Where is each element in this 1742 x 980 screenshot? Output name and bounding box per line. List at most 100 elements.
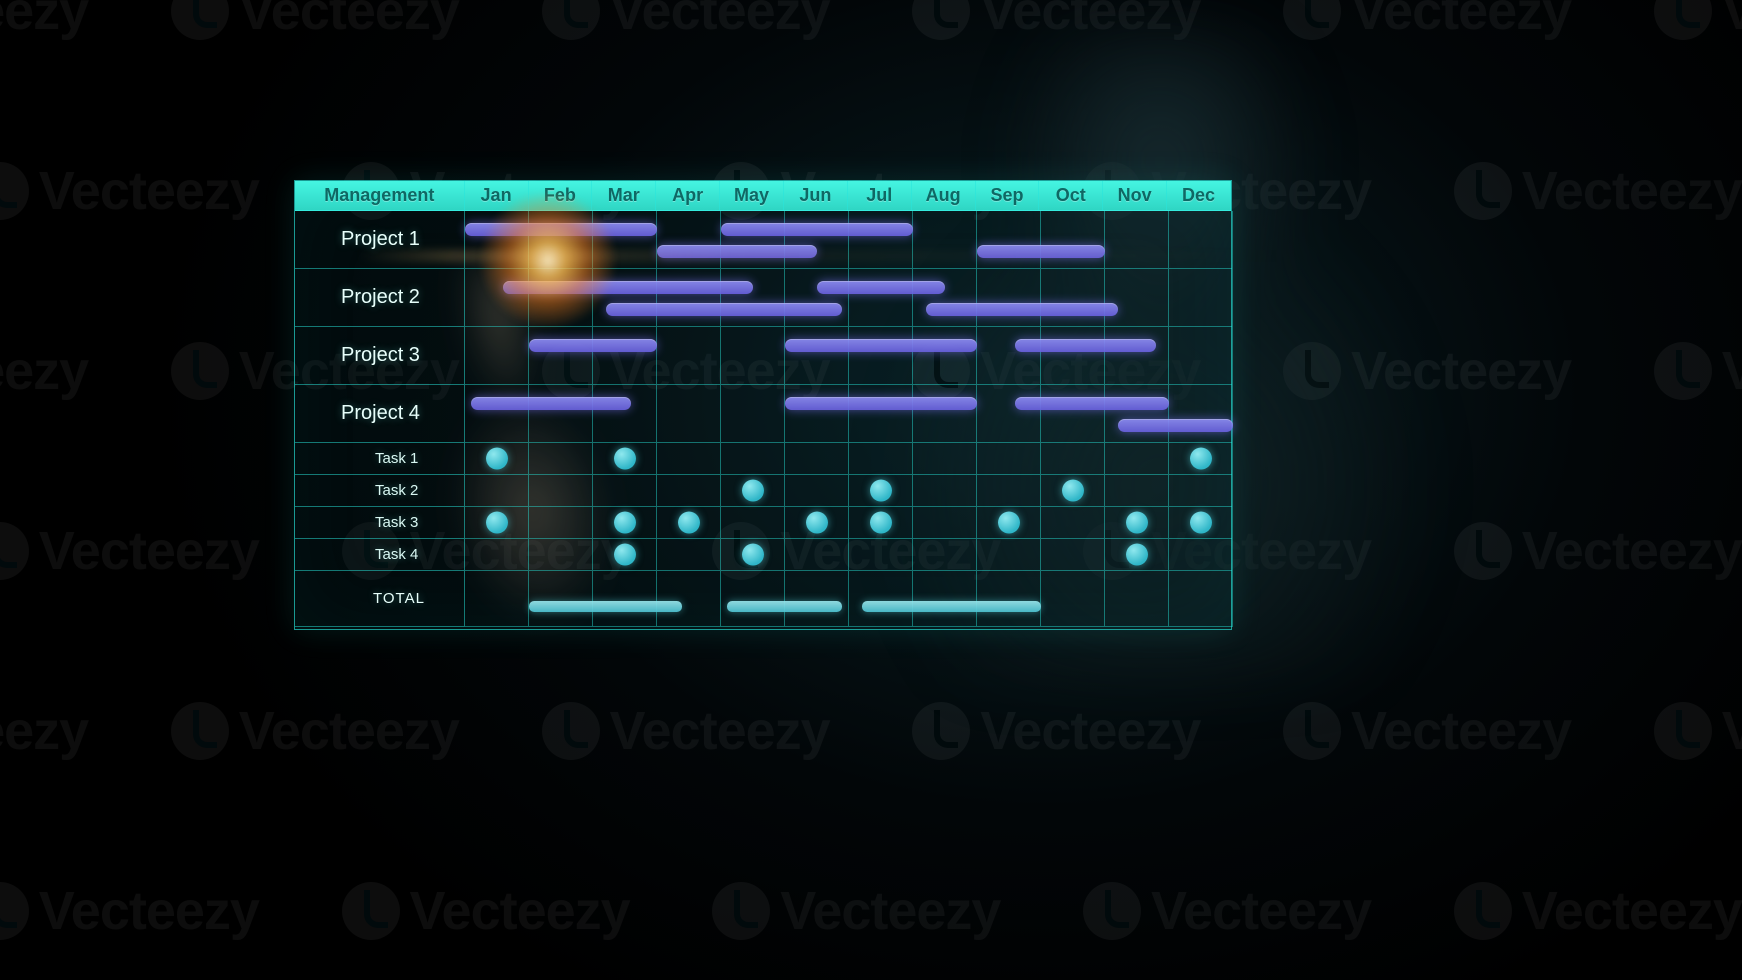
- gantt-bar: [465, 223, 657, 236]
- watermark-text: Vecteezy: [610, 700, 830, 762]
- watermark-logo-icon: [1654, 702, 1712, 760]
- watermark-text: Vecteezy: [1522, 520, 1742, 582]
- gantt-bar: [1015, 397, 1169, 410]
- task-dot: [1126, 544, 1148, 566]
- gantt-bar: [606, 303, 843, 316]
- watermark-text: Vecteezy: [1722, 700, 1742, 762]
- watermark-text: Vecteezy: [39, 160, 259, 222]
- watermark-logo-icon: [171, 342, 229, 400]
- task-dot: [870, 480, 892, 502]
- watermark: Vecteezy: [0, 880, 259, 942]
- header-month: Jan: [465, 181, 529, 211]
- watermark-text: Vecteezy: [1522, 880, 1742, 942]
- task-label: Task 3: [295, 507, 465, 539]
- task-dots-area: [465, 539, 1231, 571]
- gantt-header-row: Management Jan Feb Mar Apr May Jun Jul A…: [295, 181, 1231, 211]
- task-dot: [806, 512, 828, 534]
- watermark-logo-icon: [1654, 342, 1712, 400]
- task-row: Task 4: [295, 539, 1231, 571]
- task-row: Task 1: [295, 443, 1231, 475]
- gantt-bar: [529, 339, 657, 352]
- task-dot: [614, 512, 636, 534]
- total-bar: [529, 601, 683, 612]
- watermark-logo-icon: [342, 882, 400, 940]
- project-label: Project 2: [295, 269, 465, 327]
- gantt-bar: [721, 223, 913, 236]
- watermark-text: Vecteezy: [1151, 880, 1371, 942]
- project-bars-area: [465, 385, 1231, 443]
- watermark-text: Vecteezy: [39, 520, 259, 582]
- gantt-bar: [785, 397, 977, 410]
- task-dot: [742, 480, 764, 502]
- watermark: Vecteezy: [0, 700, 88, 762]
- watermark-text: Vecteezy: [980, 700, 1200, 762]
- watermark-logo-icon: [542, 0, 600, 40]
- gantt-bar: [817, 281, 945, 294]
- watermark-logo-icon: [171, 0, 229, 40]
- watermark: Vecteezy: [1454, 880, 1742, 942]
- watermark-logo-icon: [542, 702, 600, 760]
- total-bar: [727, 601, 842, 612]
- gantt-bar: [657, 245, 817, 258]
- task-dot: [998, 512, 1020, 534]
- task-label: Task 4: [295, 539, 465, 571]
- watermark-text: Vecteezy: [410, 880, 630, 942]
- header-month: Jul: [848, 181, 912, 211]
- watermark-logo-icon: [0, 882, 29, 940]
- watermark-logo-icon: [0, 162, 29, 220]
- task-row: Task 3: [295, 507, 1231, 539]
- watermark-logo-icon: [1454, 882, 1512, 940]
- watermark: Vecteezy: [1654, 700, 1742, 762]
- gantt-bar: [503, 281, 753, 294]
- watermark-logo-icon: [712, 882, 770, 940]
- watermark-logo-icon: [912, 702, 970, 760]
- watermark-text: Vecteezy: [0, 0, 88, 42]
- total-bar: [862, 601, 1041, 612]
- watermark-text: Vecteezy: [1522, 160, 1742, 222]
- header-month: Dec: [1167, 181, 1231, 211]
- task-dot: [486, 448, 508, 470]
- gantt-bar: [785, 339, 977, 352]
- watermark: Vecteezy: [0, 520, 259, 582]
- gantt-bar: [471, 397, 631, 410]
- project-label: Project 4: [295, 385, 465, 443]
- watermark: Vecteezy: [0, 340, 88, 402]
- watermark: Vecteezy: [712, 880, 1000, 942]
- watermark-logo-icon: [1654, 0, 1712, 40]
- task-dot: [614, 448, 636, 470]
- total-row: TOTAL: [295, 571, 1231, 627]
- task-dot: [1062, 480, 1084, 502]
- watermark: Vecteezy: [542, 0, 830, 42]
- watermark: Vecteezy: [342, 880, 630, 942]
- header-month: Oct: [1039, 181, 1103, 211]
- task-dot: [1190, 448, 1212, 470]
- task-dot: [742, 544, 764, 566]
- watermark: Vecteezy: [0, 160, 259, 222]
- task-label: Task 1: [295, 443, 465, 475]
- header-month: Jun: [784, 181, 848, 211]
- project-row: Project 4: [295, 385, 1231, 443]
- task-dots-area: [465, 443, 1231, 475]
- gantt-bar: [926, 303, 1118, 316]
- watermark: Vecteezy: [171, 700, 459, 762]
- task-row: Task 2: [295, 475, 1231, 507]
- project-bars-area: [465, 211, 1231, 269]
- gantt-bar: [1118, 419, 1233, 432]
- task-dot: [614, 544, 636, 566]
- watermark-text: Vecteezy: [239, 700, 459, 762]
- watermark: Vecteezy: [1654, 0, 1742, 42]
- project-label: Project 3: [295, 327, 465, 385]
- watermark: Vecteezy: [912, 700, 1200, 762]
- gantt-bar: [977, 245, 1105, 258]
- header-month: Apr: [656, 181, 720, 211]
- gantt-panel: Management Jan Feb Mar Apr May Jun Jul A…: [294, 180, 1232, 630]
- watermark-text: Vecteezy: [239, 0, 459, 42]
- watermark-text: Vecteezy: [610, 0, 830, 42]
- header-month: Feb: [529, 181, 593, 211]
- task-dot: [1190, 512, 1212, 534]
- task-label: Task 2: [295, 475, 465, 507]
- watermark-text: Vecteezy: [0, 700, 88, 762]
- total-label: TOTAL: [295, 571, 465, 627]
- project-row: Project 2: [295, 269, 1231, 327]
- watermark-text: Vecteezy: [39, 880, 259, 942]
